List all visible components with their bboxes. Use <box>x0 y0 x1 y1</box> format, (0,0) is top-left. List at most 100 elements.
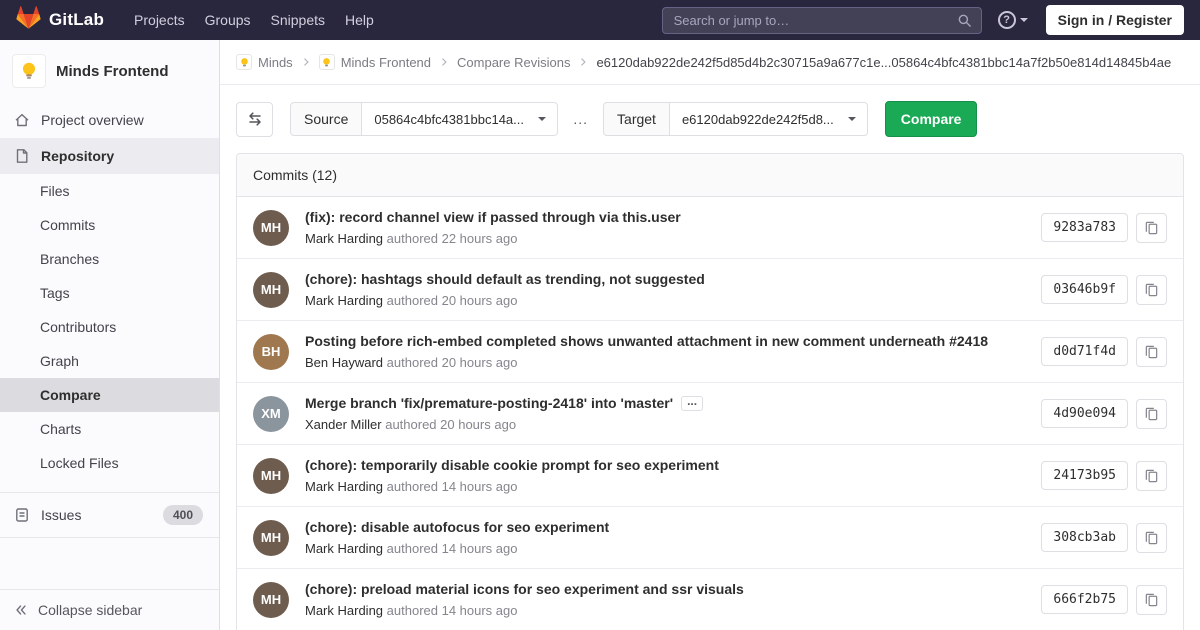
copy-sha-button[interactable] <box>1136 275 1167 305</box>
target-ref-dropdown[interactable]: e6120dab922de242f5d8... <box>670 102 868 136</box>
swap-arrows-icon <box>247 111 263 127</box>
commit-title-link[interactable]: (chore): preload material icons for seo … <box>305 581 744 597</box>
clipboard-icon <box>1144 530 1159 545</box>
commit-authored-time: authored 20 hours ago <box>385 417 516 432</box>
copy-sha-button[interactable] <box>1136 585 1167 615</box>
chevron-right-icon <box>438 56 450 68</box>
commit-meta: Mark Harding authored 20 hours ago <box>305 293 1025 308</box>
commit-sha-link[interactable]: 24173b95 <box>1041 461 1128 490</box>
gitlab-logo[interactable]: GitLab <box>16 5 104 35</box>
commit-sha-link[interactable]: 666f2b75 <box>1041 585 1128 614</box>
nav-item-groups[interactable]: Groups <box>195 1 261 39</box>
copy-sha-button[interactable] <box>1136 399 1167 429</box>
nav-item-projects[interactable]: Projects <box>124 1 195 39</box>
gitlab-tanuki-icon <box>16 5 41 35</box>
main-content: Minds Minds Frontend Compare Revisions <box>220 40 1200 630</box>
copy-sha-button[interactable] <box>1136 461 1167 491</box>
search-bar[interactable] <box>662 7 982 34</box>
project-header[interactable]: Minds Frontend <box>0 40 219 102</box>
sidebar-item-compare[interactable]: Compare <box>0 378 219 412</box>
commit-authored-time: authored 14 hours ago <box>387 603 518 618</box>
author-avatar: MH <box>253 272 289 308</box>
commit-author-link[interactable]: Xander Miller <box>305 417 382 432</box>
swap-revisions-button[interactable] <box>236 102 273 137</box>
commit-meta: Xander Miller authored 20 hours ago <box>305 417 1025 432</box>
navbar-menu: Projects Groups Snippets Help <box>124 1 384 39</box>
sidebar-item-label: Project overview <box>41 112 144 128</box>
breadcrumb-project-link[interactable]: Minds Frontend <box>319 54 431 70</box>
commit-authored-time: authored 20 hours ago <box>387 293 518 308</box>
search-icon <box>957 13 972 28</box>
commit-sha-link[interactable]: 03646b9f <box>1041 275 1128 304</box>
commit-author-link[interactable]: Mark Harding <box>305 231 383 246</box>
commit-row: MH (chore): preload material icons for s… <box>237 568 1183 630</box>
sidebar-item-contributors[interactable]: Contributors <box>0 310 219 344</box>
collapse-chevrons-icon <box>14 603 28 617</box>
source-ref-dropdown[interactable]: 05864c4bfc4381bbc14a... <box>362 102 558 136</box>
commit-author-link[interactable]: Mark Harding <box>305 293 383 308</box>
issues-count-badge: 400 <box>163 505 203 525</box>
clipboard-icon <box>1144 220 1159 235</box>
sidebar-item-issues[interactable]: Issues 400 <box>0 492 219 538</box>
chevron-down-icon <box>1020 18 1028 22</box>
breadcrumb-group-link[interactable]: Minds <box>236 54 293 70</box>
commit-title-link[interactable]: Merge branch 'fix/premature-posting-2418… <box>305 395 673 411</box>
breadcrumb-compare-revisions-link[interactable]: Compare Revisions <box>457 55 570 70</box>
project-mini-avatar <box>319 54 335 70</box>
sidebar-item-repository[interactable]: Repository <box>0 138 219 174</box>
sign-in-button[interactable]: Sign in / Register <box>1046 5 1184 35</box>
commit-row: MH (chore): temporarily disable cookie p… <box>237 444 1183 506</box>
commit-authored-time: authored 14 hours ago <box>387 541 518 556</box>
collapse-sidebar-button[interactable]: Collapse sidebar <box>0 589 219 630</box>
commit-title-link[interactable]: (fix): record channel view if passed thr… <box>305 209 681 225</box>
gitlab-wordmark: GitLab <box>49 10 104 30</box>
commit-title-link[interactable]: (chore): disable autofocus for seo exper… <box>305 519 609 535</box>
commit-authored-time: authored 20 hours ago <box>387 355 518 370</box>
sidebar-item-project-overview[interactable]: Project overview <box>0 102 219 138</box>
copy-sha-button[interactable] <box>1136 337 1167 367</box>
commit-author-link[interactable]: Ben Hayward <box>305 355 383 370</box>
copy-sha-button[interactable] <box>1136 523 1167 553</box>
repository-submenu: Files Commits Branches Tags Contributors… <box>0 174 219 480</box>
commit-author-link[interactable]: Mark Harding <box>305 603 383 618</box>
top-navbar: GitLab Projects Groups Snippets Help ? S… <box>0 0 1200 40</box>
target-ref-value: e6120dab922de242f5d8... <box>682 112 834 127</box>
source-label: Source <box>290 102 362 136</box>
sidebar-item-charts[interactable]: Charts <box>0 412 219 446</box>
sidebar-item-branches[interactable]: Branches <box>0 242 219 276</box>
clipboard-icon <box>1144 282 1159 297</box>
sidebar-item-locked-files[interactable]: Locked Files <box>0 446 219 480</box>
commit-sha-link[interactable]: 308cb3ab <box>1041 523 1128 552</box>
commit-author-link[interactable]: Mark Harding <box>305 479 383 494</box>
author-avatar: XM <box>253 396 289 432</box>
nav-item-help[interactable]: Help <box>335 1 384 39</box>
sidebar-item-label: Repository <box>41 148 114 164</box>
help-menu[interactable]: ? <box>998 11 1028 29</box>
author-avatar: MH <box>253 582 289 618</box>
compare-button[interactable]: Compare <box>885 101 978 137</box>
clipboard-icon <box>1144 592 1159 607</box>
expand-commit-description-button[interactable]: ... <box>681 396 703 411</box>
commit-sha-link[interactable]: d0d71f4d <box>1041 337 1128 366</box>
author-avatar: MH <box>253 520 289 556</box>
commit-meta: Mark Harding authored 14 hours ago <box>305 479 1025 494</box>
source-ref-value: 05864c4bfc4381bbc14a... <box>374 112 524 127</box>
sidebar-item-tags[interactable]: Tags <box>0 276 219 310</box>
target-ref-group: Target e6120dab922de242f5d8... <box>603 102 868 136</box>
commit-sha-link[interactable]: 9283a783 <box>1041 213 1128 242</box>
commit-row: MH (fix): record channel view if passed … <box>237 197 1183 258</box>
nav-item-snippets[interactable]: Snippets <box>261 1 335 39</box>
project-sidebar: Minds Frontend Project overview Reposito… <box>0 40 220 630</box>
sidebar-item-graph[interactable]: Graph <box>0 344 219 378</box>
commit-title-link[interactable]: (chore): hashtags should default as tren… <box>305 271 705 287</box>
lightbulb-icon <box>321 57 332 68</box>
sidebar-item-commits[interactable]: Commits <box>0 208 219 242</box>
sidebar-item-files[interactable]: Files <box>0 174 219 208</box>
copy-sha-button[interactable] <box>1136 213 1167 243</box>
sidebar-item-label: Issues <box>41 507 81 523</box>
commit-title-link[interactable]: (chore): temporarily disable cookie prom… <box>305 457 719 473</box>
commit-title-link[interactable]: Posting before rich-embed completed show… <box>305 333 988 349</box>
commit-author-link[interactable]: Mark Harding <box>305 541 383 556</box>
search-input[interactable] <box>672 12 957 29</box>
commit-sha-link[interactable]: 4d90e094 <box>1041 399 1128 428</box>
